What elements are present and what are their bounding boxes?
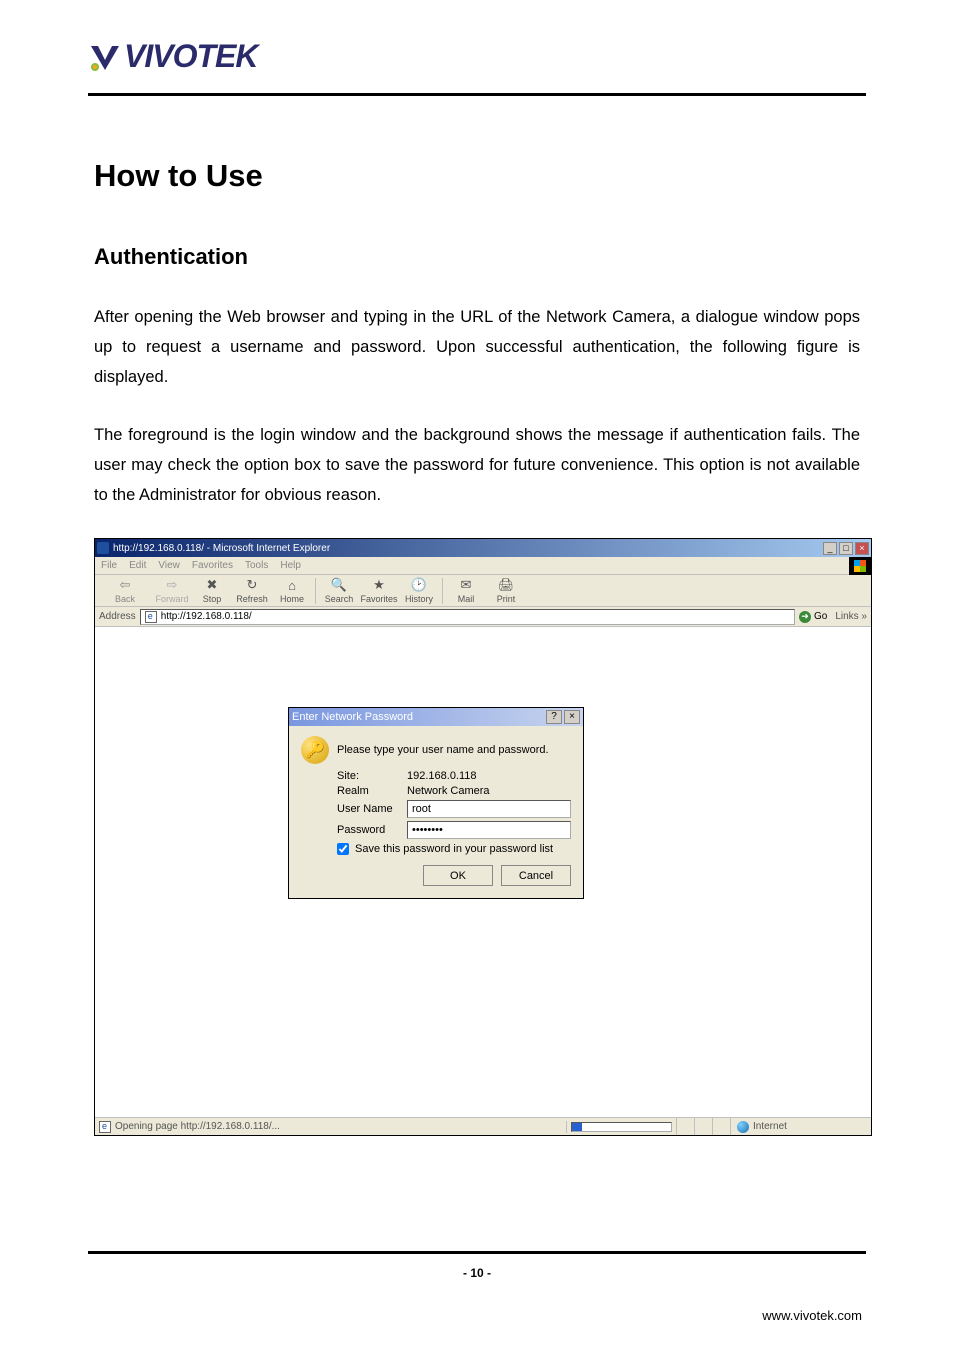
paragraph-1: After opening the Web browser and typing… — [94, 302, 860, 392]
status-cell — [695, 1118, 713, 1135]
menu-view[interactable]: View — [158, 560, 180, 571]
window-controls: _ □ × — [823, 542, 869, 555]
save-password-checkbox[interactable] — [337, 843, 349, 855]
password-label: Password — [337, 824, 401, 836]
close-button[interactable]: × — [855, 542, 869, 555]
progress-cell — [567, 1118, 677, 1135]
site-label: Site: — [337, 770, 401, 782]
ok-button[interactable]: OK — [423, 865, 493, 886]
minimize-button[interactable]: _ — [823, 542, 837, 555]
realm-value: Network Camera — [407, 785, 571, 797]
status-cell — [713, 1118, 731, 1135]
toolbar-separator — [315, 578, 316, 604]
username-label: User Name — [337, 803, 401, 815]
address-input[interactable]: http://192.168.0.118/ — [140, 609, 795, 625]
page-number: - 10 - — [0, 1266, 954, 1280]
internet-zone-icon — [737, 1121, 749, 1133]
footer-divider — [88, 1251, 866, 1254]
browser-viewport: Enter Network Password ? × 🔑 Please type… — [95, 627, 871, 1117]
refresh-button[interactable]: ↻Refresh — [233, 577, 271, 604]
logo: VIVOTEK — [88, 38, 954, 75]
search-button[interactable]: 🔍Search — [320, 577, 358, 604]
dialog-titlebar: Enter Network Password ? × — [289, 708, 583, 726]
browser-statusbar: Opening page http://192.168.0.118/... In… — [95, 1117, 871, 1135]
address-value: http://192.168.0.118/ — [161, 611, 252, 622]
menu-help[interactable]: Help — [280, 560, 301, 571]
history-button[interactable]: 🕑History — [400, 577, 438, 604]
menu-file[interactable]: File — [101, 560, 117, 571]
go-icon: ➜ — [799, 611, 811, 623]
browser-titlebar: http://192.168.0.118/ - Microsoft Intern… — [95, 539, 871, 557]
save-password-row[interactable]: Save this password in your password list — [337, 843, 571, 855]
back-button[interactable]: ⇦Back — [99, 577, 151, 604]
menu-favorites[interactable]: Favorites — [192, 560, 233, 571]
print-button[interactable]: 🖨Print — [487, 577, 525, 604]
address-bar: Address http://192.168.0.118/ ➜ Go Links… — [95, 607, 871, 627]
dialog-help-button[interactable]: ? — [546, 710, 562, 724]
content-area: How to Use Authentication After opening … — [0, 96, 954, 1136]
dialog-title-text: Enter Network Password — [292, 711, 413, 723]
page-header: VIVOTEK — [0, 0, 954, 75]
page-footer: - 10 - www.vivotek.com — [0, 1251, 954, 1323]
home-button[interactable]: ⌂Home — [273, 577, 311, 604]
page-icon — [145, 611, 157, 623]
status-page-icon — [99, 1121, 111, 1133]
heading-authentication: Authentication — [94, 244, 860, 270]
forward-button[interactable]: ⇨Forward — [153, 577, 191, 604]
mail-button[interactable]: ✉Mail — [447, 577, 485, 604]
ms-flag-icon — [849, 557, 871, 575]
progress-bar — [571, 1122, 672, 1132]
dialog-prompt: Please type your user name and password. — [337, 744, 549, 756]
password-input[interactable] — [407, 821, 571, 839]
browser-window: http://192.168.0.118/ - Microsoft Intern… — [94, 538, 872, 1136]
logo-text: VIVOTEK — [124, 38, 257, 75]
site-value: 192.168.0.118 — [407, 770, 571, 782]
ie-icon — [97, 542, 109, 554]
keys-icon: 🔑 — [301, 736, 329, 764]
security-zone: Internet — [731, 1121, 871, 1133]
zone-label: Internet — [753, 1121, 787, 1132]
realm-label: Realm — [337, 785, 401, 797]
go-button[interactable]: ➜ Go — [799, 611, 827, 623]
browser-menu-bar: File Edit View Favorites Tools Help — [95, 557, 871, 575]
links-button[interactable]: Links » — [835, 611, 867, 622]
toolbar-separator-2 — [442, 578, 443, 604]
maximize-button[interactable]: □ — [839, 542, 853, 555]
status-cell — [677, 1118, 695, 1135]
dialog-close-button[interactable]: × — [564, 710, 580, 724]
menu-tools[interactable]: Tools — [245, 560, 268, 571]
menu-edit[interactable]: Edit — [129, 560, 146, 571]
address-label: Address — [99, 611, 136, 622]
save-password-label: Save this password in your password list — [355, 843, 553, 855]
browser-toolbar: ⇦Back ⇨Forward ✖Stop ↻Refresh ⌂Home 🔍Sea… — [95, 575, 871, 607]
heading-how-to-use: How to Use — [94, 158, 860, 194]
logo-mark-icon — [88, 40, 122, 74]
auth-dialog: Enter Network Password ? × 🔑 Please type… — [288, 707, 584, 899]
status-text: Opening page http://192.168.0.118/... — [115, 1121, 280, 1132]
stop-button[interactable]: ✖Stop — [193, 577, 231, 604]
favorites-button[interactable]: ★Favorites — [360, 577, 398, 604]
footer-url: www.vivotek.com — [0, 1308, 954, 1323]
paragraph-2: The foreground is the login window and t… — [94, 420, 860, 510]
browser-title-text: http://192.168.0.118/ - Microsoft Intern… — [113, 543, 330, 554]
username-input[interactable] — [407, 800, 571, 818]
cancel-button[interactable]: Cancel — [501, 865, 571, 886]
